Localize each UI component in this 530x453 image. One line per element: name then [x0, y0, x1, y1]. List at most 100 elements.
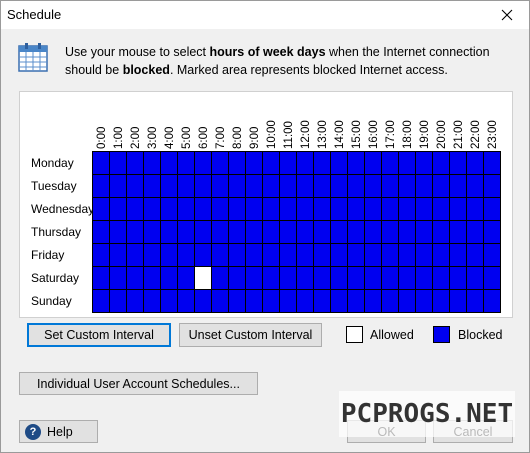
schedule-cell-blocked[interactable]: [399, 152, 416, 175]
schedule-cell-blocked[interactable]: [161, 152, 178, 175]
schedule-cell-blocked[interactable]: [314, 290, 331, 313]
help-button[interactable]: ? Help: [19, 420, 98, 443]
schedule-grid[interactable]: [92, 151, 501, 313]
schedule-cell-blocked[interactable]: [484, 198, 501, 221]
schedule-cell-blocked[interactable]: [280, 221, 297, 244]
schedule-cell-blocked[interactable]: [348, 290, 365, 313]
schedule-cell-blocked[interactable]: [365, 198, 382, 221]
schedule-cell-blocked[interactable]: [331, 290, 348, 313]
schedule-cell-blocked[interactable]: [246, 267, 263, 290]
schedule-cell-blocked[interactable]: [263, 221, 280, 244]
schedule-cell-blocked[interactable]: [348, 198, 365, 221]
schedule-cell-blocked[interactable]: [178, 152, 195, 175]
schedule-cell-blocked[interactable]: [280, 175, 297, 198]
schedule-cell-blocked[interactable]: [110, 175, 127, 198]
unset-custom-interval-button[interactable]: Unset Custom Interval: [179, 323, 322, 347]
schedule-cell-blocked[interactable]: [195, 290, 212, 313]
schedule-cell-blocked[interactable]: [127, 267, 144, 290]
schedule-cell-blocked[interactable]: [399, 175, 416, 198]
schedule-cell-blocked[interactable]: [314, 152, 331, 175]
schedule-cell-blocked[interactable]: [467, 244, 484, 267]
schedule-cell-blocked[interactable]: [144, 244, 161, 267]
schedule-cell-blocked[interactable]: [297, 290, 314, 313]
schedule-cell-blocked[interactable]: [484, 244, 501, 267]
schedule-cell-blocked[interactable]: [399, 244, 416, 267]
schedule-cell-blocked[interactable]: [195, 244, 212, 267]
schedule-cell-blocked[interactable]: [127, 221, 144, 244]
schedule-cell-blocked[interactable]: [382, 244, 399, 267]
schedule-cell-blocked[interactable]: [246, 198, 263, 221]
schedule-cell-blocked[interactable]: [144, 175, 161, 198]
schedule-cell-blocked[interactable]: [212, 267, 229, 290]
schedule-cell-blocked[interactable]: [382, 175, 399, 198]
schedule-cell-blocked[interactable]: [229, 267, 246, 290]
schedule-cell-blocked[interactable]: [127, 290, 144, 313]
schedule-cell-blocked[interactable]: [110, 198, 127, 221]
schedule-cell-blocked[interactable]: [161, 221, 178, 244]
schedule-cell-blocked[interactable]: [450, 267, 467, 290]
schedule-cell-blocked[interactable]: [399, 290, 416, 313]
schedule-cell-blocked[interactable]: [314, 221, 331, 244]
schedule-cell-blocked[interactable]: [484, 175, 501, 198]
schedule-cell-blocked[interactable]: [263, 198, 280, 221]
schedule-cell-blocked[interactable]: [416, 152, 433, 175]
schedule-cell-blocked[interactable]: [127, 198, 144, 221]
schedule-cell-blocked[interactable]: [416, 290, 433, 313]
schedule-cell-blocked[interactable]: [110, 152, 127, 175]
schedule-cell-blocked[interactable]: [297, 267, 314, 290]
schedule-cell-blocked[interactable]: [331, 244, 348, 267]
schedule-cell-blocked[interactable]: [263, 244, 280, 267]
schedule-cell-blocked[interactable]: [229, 221, 246, 244]
schedule-cell-blocked[interactable]: [450, 175, 467, 198]
schedule-cell-blocked[interactable]: [178, 198, 195, 221]
schedule-cell-blocked[interactable]: [484, 267, 501, 290]
schedule-cell-blocked[interactable]: [229, 244, 246, 267]
schedule-cell-blocked[interactable]: [263, 152, 280, 175]
schedule-cell-blocked[interactable]: [178, 267, 195, 290]
schedule-cell-blocked[interactable]: [93, 152, 110, 175]
schedule-cell-blocked[interactable]: [450, 244, 467, 267]
schedule-cell-blocked[interactable]: [110, 267, 127, 290]
schedule-cell-blocked[interactable]: [127, 244, 144, 267]
schedule-cell-blocked[interactable]: [331, 175, 348, 198]
schedule-cell-blocked[interactable]: [382, 152, 399, 175]
individual-user-schedules-button[interactable]: Individual User Account Schedules...: [19, 372, 258, 395]
schedule-cell-blocked[interactable]: [195, 175, 212, 198]
schedule-cell-blocked[interactable]: [348, 244, 365, 267]
schedule-cell-blocked[interactable]: [229, 198, 246, 221]
schedule-cell-blocked[interactable]: [450, 198, 467, 221]
schedule-cell-blocked[interactable]: [297, 152, 314, 175]
schedule-cell-blocked[interactable]: [416, 221, 433, 244]
schedule-cell-blocked[interactable]: [416, 198, 433, 221]
schedule-cell-blocked[interactable]: [399, 267, 416, 290]
schedule-cell-blocked[interactable]: [365, 290, 382, 313]
schedule-cell-blocked[interactable]: [195, 198, 212, 221]
schedule-cell-blocked[interactable]: [144, 221, 161, 244]
schedule-cell-blocked[interactable]: [467, 221, 484, 244]
schedule-cell-blocked[interactable]: [433, 152, 450, 175]
schedule-cell-blocked[interactable]: [433, 267, 450, 290]
schedule-cell-blocked[interactable]: [280, 198, 297, 221]
schedule-cell-blocked[interactable]: [93, 175, 110, 198]
schedule-cell-blocked[interactable]: [314, 267, 331, 290]
schedule-cell-blocked[interactable]: [416, 175, 433, 198]
schedule-cell-blocked[interactable]: [110, 244, 127, 267]
schedule-cell-blocked[interactable]: [314, 198, 331, 221]
schedule-cell-blocked[interactable]: [348, 152, 365, 175]
close-button[interactable]: [485, 1, 529, 29]
schedule-cell-blocked[interactable]: [127, 175, 144, 198]
schedule-cell-blocked[interactable]: [297, 221, 314, 244]
schedule-cell-blocked[interactable]: [212, 152, 229, 175]
schedule-cell-blocked[interactable]: [297, 244, 314, 267]
schedule-cell-blocked[interactable]: [416, 244, 433, 267]
schedule-cell-blocked[interactable]: [314, 244, 331, 267]
schedule-cell-blocked[interactable]: [331, 198, 348, 221]
schedule-cell-allowed[interactable]: [195, 267, 212, 290]
schedule-cell-blocked[interactable]: [212, 175, 229, 198]
schedule-cell-blocked[interactable]: [450, 290, 467, 313]
schedule-cell-blocked[interactable]: [331, 152, 348, 175]
schedule-cell-blocked[interactable]: [246, 175, 263, 198]
schedule-cell-blocked[interactable]: [263, 267, 280, 290]
schedule-cell-blocked[interactable]: [178, 221, 195, 244]
schedule-cell-blocked[interactable]: [229, 152, 246, 175]
